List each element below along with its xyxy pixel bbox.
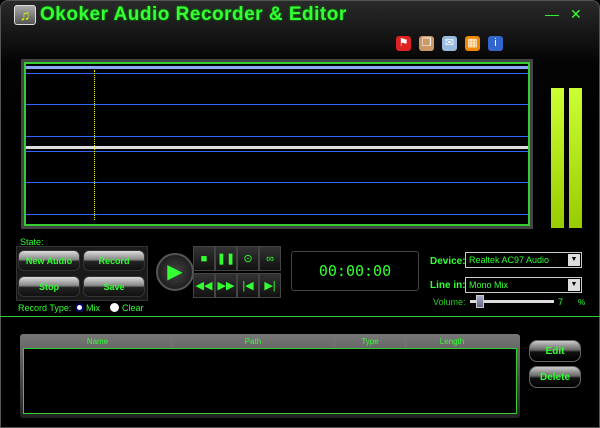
- column-header-name[interactable]: Name: [24, 337, 172, 347]
- mail-icon[interactable]: ✉: [442, 36, 457, 51]
- dropdown-arrow-icon: ▼: [568, 279, 580, 291]
- skip-start-button[interactable]: |◀: [237, 273, 259, 298]
- gift-icon[interactable]: ▦: [465, 36, 480, 51]
- window-title: Okoker Audio Recorder & Editor: [40, 4, 347, 25]
- line-in-value: Mono Mix: [469, 280, 509, 290]
- file-list[interactable]: [23, 348, 517, 414]
- line-in-select[interactable]: Mono Mix ▼: [465, 277, 582, 293]
- volume-slider-thumb[interactable]: [475, 295, 484, 308]
- record-type-label: Record Type:: [18, 303, 72, 313]
- device-value: Realtek AC97 Audio: [469, 255, 550, 265]
- vu-meter-left: [551, 88, 564, 228]
- stop-button[interactable]: ■: [193, 246, 215, 271]
- column-header-length[interactable]: Length: [406, 337, 498, 347]
- delete-button[interactable]: Delete: [529, 366, 581, 388]
- dropdown-arrow-icon: ▼: [568, 254, 580, 266]
- volume-label: Volume:: [433, 297, 466, 307]
- new-audio-button[interactable]: New Audio: [18, 250, 80, 271]
- skip-end-button[interactable]: ▶|: [259, 273, 281, 298]
- vu-meter-right: [569, 88, 582, 228]
- column-header-path[interactable]: Path: [172, 337, 335, 347]
- device-select[interactable]: Realtek AC97 Audio ▼: [465, 252, 582, 268]
- column-header-type[interactable]: Type: [335, 337, 406, 347]
- record-type-clear-radio[interactable]: [110, 303, 119, 312]
- line-in-label: Line in:: [430, 280, 466, 291]
- close-button[interactable]: ✕: [570, 6, 582, 23]
- flag-icon[interactable]: ⚑: [396, 36, 411, 51]
- edit-button[interactable]: Edit: [529, 340, 581, 362]
- clipboard-icon[interactable]: ❐: [419, 36, 434, 51]
- play-button[interactable]: ▶: [156, 253, 194, 291]
- record-type-mix-label: Mix: [86, 303, 100, 313]
- time-display: 00:00:00: [291, 251, 419, 291]
- minimize-button[interactable]: —: [545, 6, 559, 22]
- waveform-display[interactable]: [24, 62, 530, 226]
- volume-value: 7: [558, 297, 564, 307]
- volume-unit: %: [578, 298, 586, 307]
- record-type-mix-radio[interactable]: [75, 303, 84, 312]
- record-type-clear-label: Clear: [122, 303, 144, 313]
- record-button[interactable]: Record: [83, 250, 145, 271]
- loop-button[interactable]: ∞: [259, 246, 281, 271]
- app-logo-icon: ♫: [14, 5, 36, 25]
- info-icon[interactable]: i: [488, 36, 503, 51]
- playhead-marker[interactable]: [94, 70, 95, 220]
- play-selection-button[interactable]: ⊙: [237, 246, 259, 271]
- fast-forward-button[interactable]: ▶▶: [215, 273, 237, 298]
- device-label: Device:: [430, 256, 466, 267]
- save-button[interactable]: Save: [83, 276, 145, 297]
- stop-button[interactable]: Stop: [18, 276, 80, 297]
- rewind-button[interactable]: ◀◀: [193, 273, 215, 298]
- pause-button[interactable]: ❚❚: [215, 246, 237, 271]
